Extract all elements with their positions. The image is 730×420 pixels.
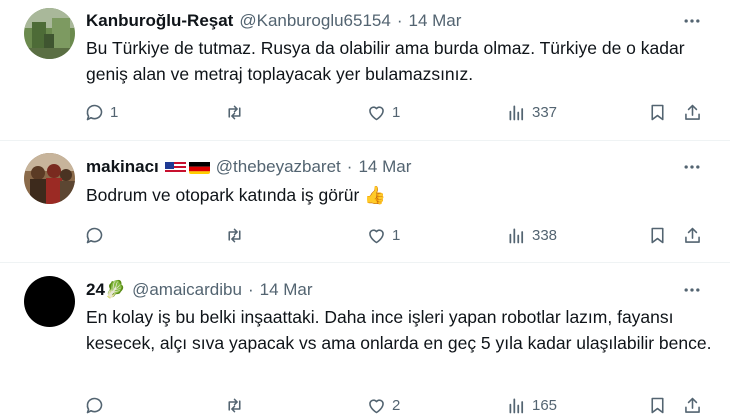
timestamp[interactable]: 14 Mar	[260, 279, 313, 301]
avatar[interactable]	[24, 276, 75, 327]
avatar[interactable]	[24, 8, 75, 59]
action-bar: 1 1 337	[84, 102, 714, 124]
tweet-header: 24🥬 @amaicardibu · 14 Mar	[86, 279, 313, 301]
like-count: 1	[392, 104, 401, 121]
analytics-icon	[506, 225, 527, 246]
like-button[interactable]: 2	[366, 395, 400, 416]
us-flag-icon	[164, 160, 186, 174]
views-button[interactable]: 338	[506, 225, 557, 246]
tweet-2[interactable]: makinacı @thebeyazbaret · 14 Mar Bodrum …	[0, 141, 730, 262]
display-name[interactable]: 24🥬	[86, 279, 126, 301]
share-button[interactable]	[682, 395, 703, 416]
tweet-text: Bu Türkiye de tutmaz. Rusya da olabilir …	[86, 38, 685, 84]
separator-dot: ·	[396, 11, 403, 30]
like-button[interactable]: 1	[366, 102, 400, 123]
tweet-3[interactable]: 24🥬 @amaicardibu · 14 Mar En kolay iş bu…	[0, 263, 730, 420]
action-bar: 1 338	[84, 225, 714, 247]
action-bar: 2 165	[84, 395, 714, 417]
bookmark-icon	[647, 395, 668, 416]
reply-button[interactable]	[84, 395, 110, 416]
retweet-button[interactable]	[224, 225, 250, 246]
user-handle[interactable]: @amaicardibu	[132, 279, 242, 301]
heart-icon	[366, 225, 387, 246]
display-name[interactable]: Kanburoğlu-Reşat	[86, 10, 233, 32]
reply-feed: Kanburoğlu-Reşat @Kanburoglu65154 · 14 M…	[0, 0, 730, 420]
timestamp[interactable]: 14 Mar	[358, 156, 411, 178]
tweet-1[interactable]: Kanburoğlu-Reşat @Kanburoglu65154 · 14 M…	[0, 0, 730, 140]
share-button[interactable]	[682, 225, 703, 246]
tweet-text: En kolay iş bu belki inşaattaki. Daha in…	[86, 307, 712, 353]
tweet-header: makinacı @thebeyazbaret · 14 Mar	[86, 156, 411, 178]
more-options-icon[interactable]	[680, 278, 704, 302]
display-name[interactable]: makinacı	[86, 156, 159, 178]
like-count: 2	[392, 397, 401, 414]
reply-button[interactable]: 1	[84, 102, 118, 123]
retweet-icon	[224, 395, 245, 416]
name-flags	[164, 160, 210, 174]
like-button[interactable]: 1	[366, 225, 400, 246]
retweet-button[interactable]	[224, 102, 250, 123]
share-icon	[682, 225, 703, 246]
heart-icon	[366, 395, 387, 416]
analytics-icon	[506, 102, 527, 123]
heart-icon	[366, 102, 387, 123]
separator-dot: ·	[346, 157, 353, 176]
reply-icon	[84, 225, 105, 246]
view-count: 165	[532, 397, 558, 414]
like-count: 1	[392, 227, 401, 244]
reply-button[interactable]	[84, 225, 110, 246]
retweet-button[interactable]	[224, 395, 250, 416]
tweet-text: Bodrum ve otopark katında iş görür 👍	[86, 185, 386, 205]
analytics-icon	[506, 395, 527, 416]
more-options-icon[interactable]	[680, 9, 704, 33]
bookmark-icon	[647, 102, 668, 123]
share-button[interactable]	[682, 102, 703, 123]
bookmark-button[interactable]	[647, 225, 668, 246]
reply-icon	[84, 102, 105, 123]
bookmark-button[interactable]	[647, 395, 668, 416]
bookmark-icon	[647, 225, 668, 246]
more-options-icon[interactable]	[680, 155, 704, 179]
avatar[interactable]	[24, 153, 75, 204]
view-count: 338	[532, 227, 558, 244]
reply-icon	[84, 395, 105, 416]
user-handle[interactable]: @Kanburoglu65154	[239, 10, 391, 32]
separator-dot: ·	[247, 280, 254, 299]
views-button[interactable]: 165	[506, 395, 557, 416]
share-icon	[682, 102, 703, 123]
timestamp[interactable]: 14 Mar	[409, 10, 462, 32]
retweet-icon	[224, 225, 245, 246]
views-button[interactable]: 337	[506, 102, 557, 123]
bookmark-button[interactable]	[647, 102, 668, 123]
view-count: 337	[532, 104, 558, 121]
user-handle[interactable]: @thebeyazbaret	[216, 156, 341, 178]
retweet-icon	[224, 102, 245, 123]
reply-count: 1	[110, 104, 119, 121]
germany-flag-icon	[188, 160, 210, 174]
share-icon	[682, 395, 703, 416]
tweet-header: Kanburoğlu-Reşat @Kanburoglu65154 · 14 M…	[86, 10, 461, 32]
